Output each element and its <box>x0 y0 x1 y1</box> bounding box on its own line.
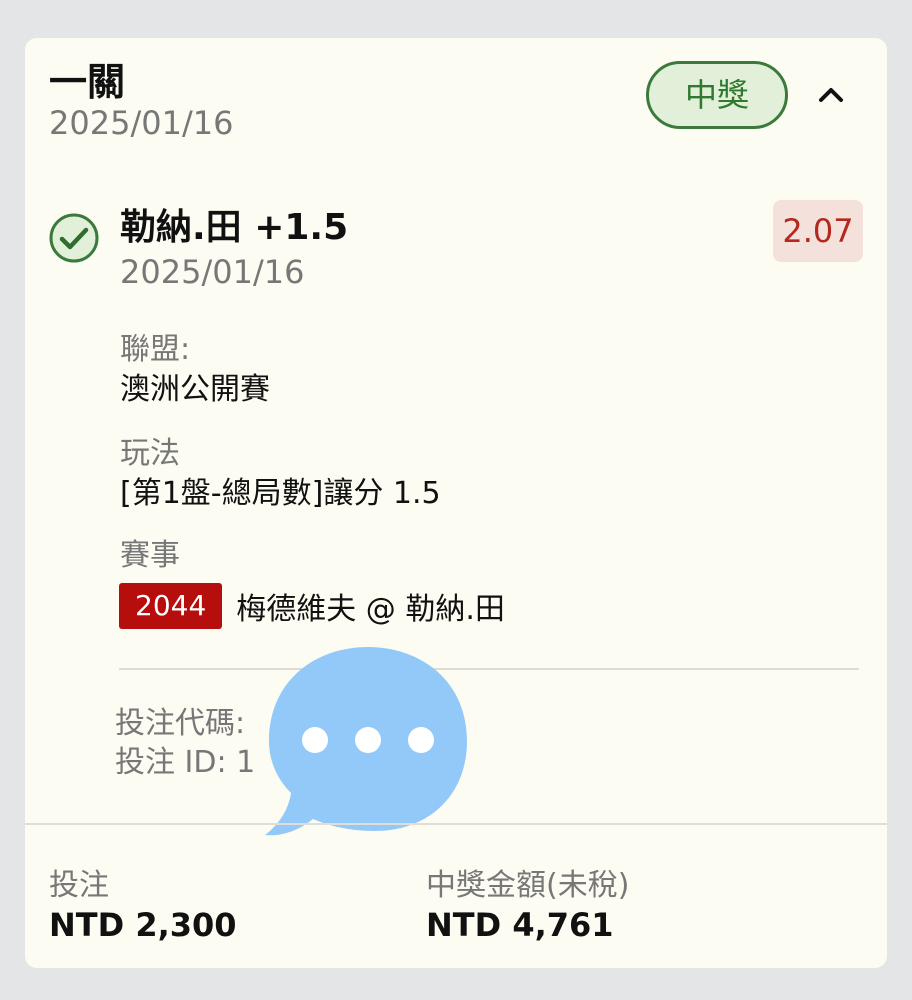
league-value: 澳洲公開賽 <box>120 372 270 407</box>
bet-type-title: 一關 <box>49 60 126 104</box>
status-badge: 中獎 <box>646 61 788 129</box>
odds-badge: 2.07 <box>773 200 863 262</box>
stake-value: NTD 2,300 <box>49 906 237 944</box>
chat-bubble-icon[interactable] <box>263 643 473 839</box>
event-row: 2044 梅德維夫 @ 勒納.田 <box>119 583 505 629</box>
selection-title: 勒納.田 +1.5 <box>120 207 349 248</box>
collapse-button[interactable] <box>811 74 851 114</box>
chevron-up-icon <box>819 88 843 102</box>
bet-date: 2025/01/16 <box>49 104 234 142</box>
bet-id-label: 投注 ID: 1 <box>115 745 256 780</box>
stake-label: 投注 <box>49 868 109 903</box>
bet-code-label: 投注代碼: <box>115 706 246 741</box>
market-label: 玩法 <box>120 436 180 471</box>
summary-divider <box>25 823 887 825</box>
selection-date: 2025/01/16 <box>120 253 305 291</box>
event-label: 賽事 <box>120 538 180 573</box>
event-code-badge: 2044 <box>119 583 223 629</box>
divider <box>119 668 859 670</box>
league-label: 聯盟: <box>120 332 191 367</box>
event-name: 梅德維夫 @ 勒納.田 <box>236 592 505 627</box>
bet-card: 一關 2025/01/16 中獎 勒納.田 +1.5 2025/01/16 2.… <box>25 38 887 968</box>
payout-value: NTD 4,761 <box>426 906 614 944</box>
check-circle-icon <box>49 213 99 263</box>
payout-label: 中獎金額(未稅) <box>426 868 630 903</box>
market-value: [第1盤-總局數]讓分 1.5 <box>120 476 441 511</box>
